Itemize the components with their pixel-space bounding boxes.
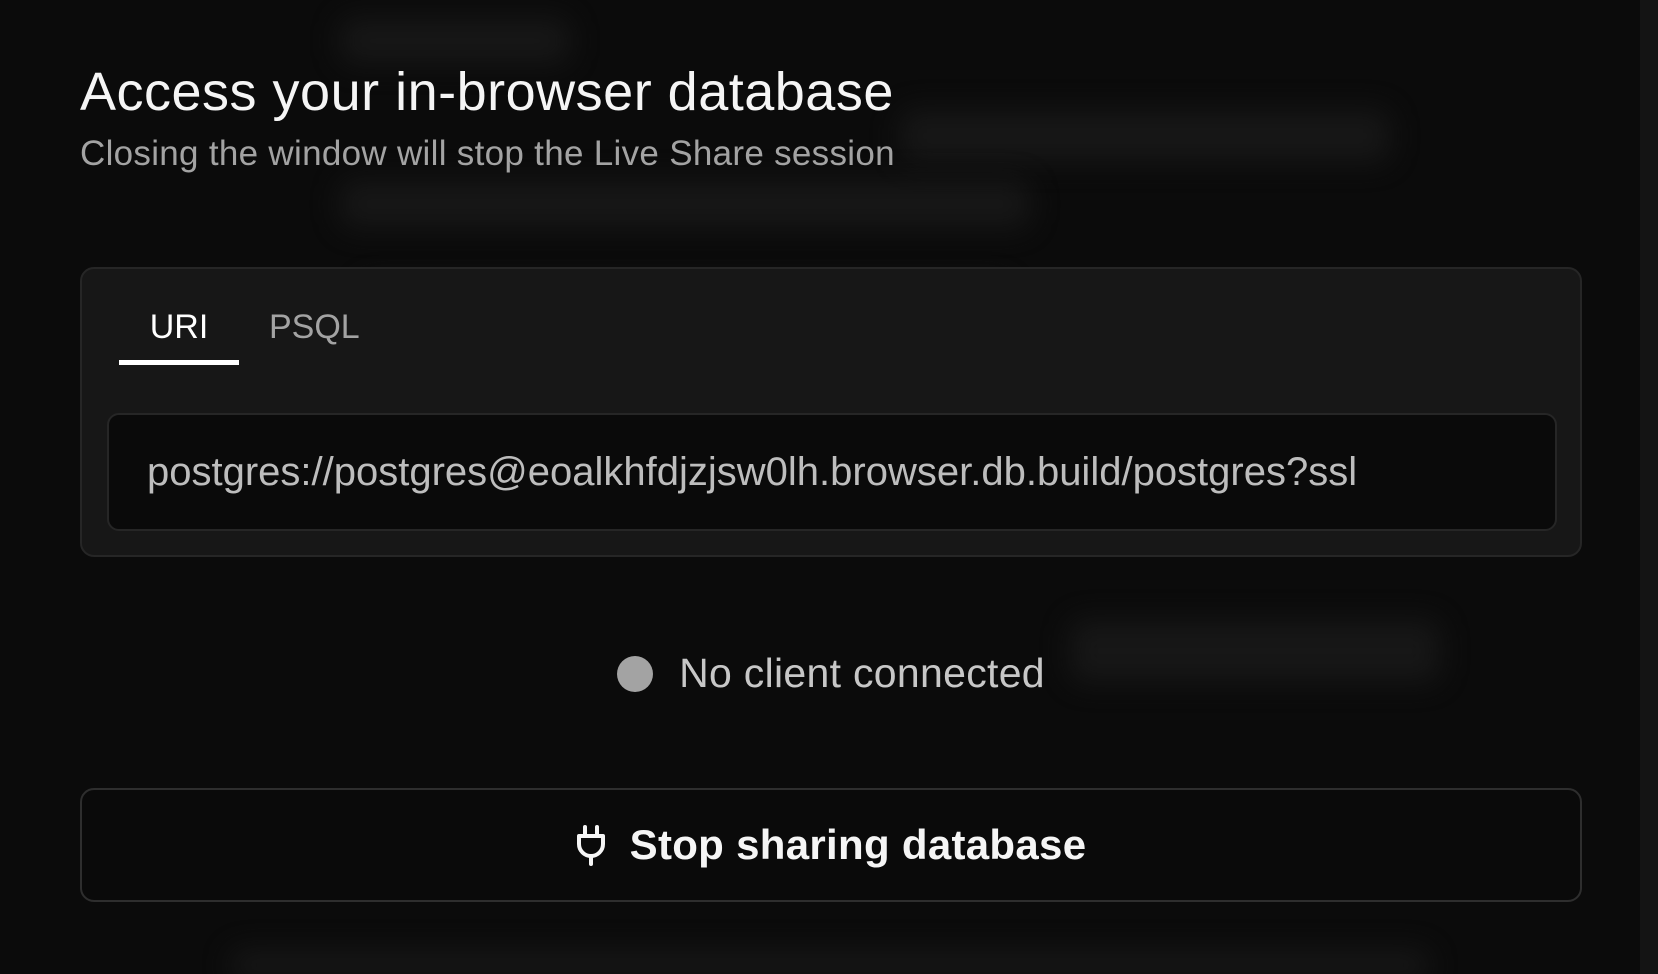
tab-psql[interactable]: PSQL [239, 301, 390, 365]
plug-icon [576, 824, 606, 866]
share-dialog: Access your in-browser database Closing … [80, 60, 1586, 902]
uri-input[interactable] [147, 449, 1517, 495]
stop-sharing-label: Stop sharing database [629, 821, 1087, 868]
dialog-subtitle: Closing the window will stop the Live Sh… [80, 134, 895, 173]
background-blur [340, 180, 1030, 228]
tab-uri[interactable]: URI [119, 301, 239, 365]
status-dot-icon [617, 655, 654, 692]
connection-status: No client connected [80, 650, 1582, 697]
connection-panel: URI PSQL [80, 267, 1582, 557]
background-blur [340, 18, 570, 64]
dialog-title: Access your in-browser database [80, 62, 894, 122]
connection-tabs: URI PSQL [119, 301, 390, 365]
stop-sharing-button[interactable]: Stop sharing database [80, 788, 1582, 902]
status-text: No client connected [679, 650, 1045, 696]
scrollbar-track[interactable] [1640, 0, 1658, 974]
app-window: Access your in-browser database Closing … [0, 0, 1658, 974]
background-blur [230, 950, 1430, 974]
uri-field[interactable] [107, 413, 1557, 531]
